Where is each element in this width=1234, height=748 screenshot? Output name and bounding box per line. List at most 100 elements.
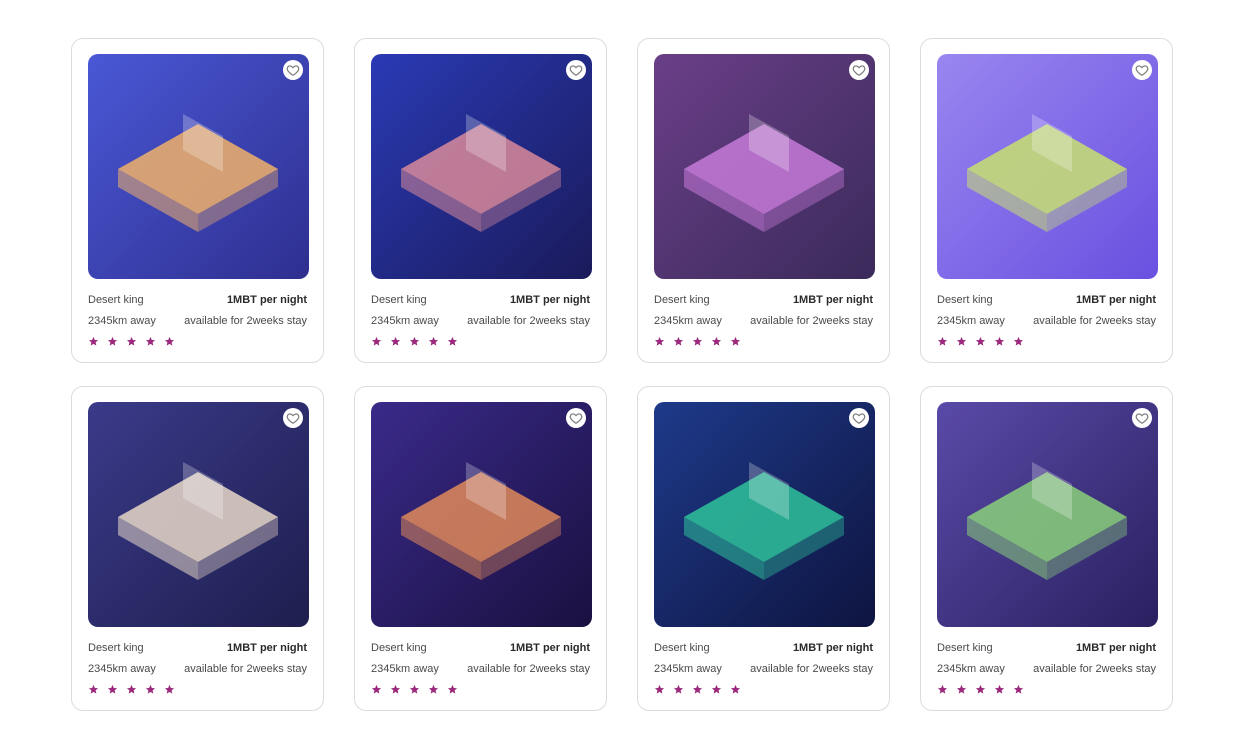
star-icon — [107, 684, 118, 695]
star-icon — [428, 336, 439, 347]
listing-price: 1MBT per night — [509, 294, 590, 306]
listing-availability: available for 2weeks stay — [750, 315, 873, 327]
rating-stars — [937, 684, 1024, 695]
heart-icon — [569, 411, 583, 425]
rating-stars — [654, 684, 741, 695]
favorite-button[interactable] — [1132, 408, 1152, 428]
star-icon — [711, 336, 722, 347]
star-icon — [654, 684, 665, 695]
heart-icon — [852, 63, 866, 77]
rating-stars — [371, 336, 458, 347]
listing-card[interactable]: Desert king 1MBT per night 2345km away a… — [637, 386, 890, 711]
listing-name: Desert king — [371, 294, 427, 306]
listing-availability: available for 2weeks stay — [467, 315, 590, 327]
star-icon — [730, 336, 741, 347]
star-icon — [126, 684, 137, 695]
favorite-button[interactable] — [283, 408, 303, 428]
listing-row-top: Desert king 1MBT per night — [88, 294, 307, 306]
star-icon — [1013, 684, 1024, 695]
star-icon — [164, 336, 175, 347]
star-icon — [390, 336, 401, 347]
listing-card[interactable]: Desert king 1MBT per night 2345km away a… — [354, 38, 607, 363]
star-icon — [673, 336, 684, 347]
listing-card[interactable]: Desert king 1MBT per night 2345km away a… — [920, 38, 1173, 363]
listing-card[interactable]: Desert king 1MBT per night 2345km away a… — [920, 386, 1173, 711]
star-icon — [673, 684, 684, 695]
star-icon — [730, 684, 741, 695]
star-icon — [371, 684, 382, 695]
listing-grid: Desert king 1MBT per night 2345km away a… — [71, 38, 1173, 711]
star-icon — [1013, 336, 1024, 347]
heart-icon — [852, 411, 866, 425]
listing-price: 1MBT per night — [792, 294, 873, 306]
listing-name: Desert king — [371, 642, 427, 654]
listing-image[interactable] — [88, 402, 309, 627]
star-icon — [975, 336, 986, 347]
star-icon — [107, 336, 118, 347]
listing-row-bottom: 2345km away available for 2weeks stay — [88, 663, 307, 675]
listing-row-top: Desert king 1MBT per night — [937, 294, 1156, 306]
listing-row-bottom: 2345km away available for 2weeks stay — [654, 663, 873, 675]
star-icon — [956, 684, 967, 695]
listing-distance: 2345km away — [88, 663, 156, 675]
listing-row-top: Desert king 1MBT per night — [654, 294, 873, 306]
favorite-button[interactable] — [849, 408, 869, 428]
heart-icon — [1135, 411, 1149, 425]
favorite-button[interactable] — [566, 60, 586, 80]
listing-price: 1MBT per night — [1075, 642, 1156, 654]
listing-row-top: Desert king 1MBT per night — [371, 294, 590, 306]
star-icon — [164, 684, 175, 695]
listing-row-bottom: 2345km away available for 2weeks stay — [937, 315, 1156, 327]
star-icon — [447, 684, 458, 695]
listing-image[interactable] — [937, 402, 1158, 627]
listing-image[interactable] — [654, 54, 875, 279]
listing-distance: 2345km away — [88, 315, 156, 327]
star-icon — [937, 336, 948, 347]
listing-card[interactable]: Desert king 1MBT per night 2345km away a… — [71, 38, 324, 363]
star-icon — [975, 684, 986, 695]
listing-name: Desert king — [654, 294, 710, 306]
listing-price: 1MBT per night — [226, 642, 307, 654]
listing-price: 1MBT per night — [509, 642, 590, 654]
favorite-button[interactable] — [566, 408, 586, 428]
star-icon — [428, 684, 439, 695]
star-icon — [994, 684, 1005, 695]
listing-row-top: Desert king 1MBT per night — [371, 642, 590, 654]
rating-stars — [88, 336, 175, 347]
star-icon — [937, 684, 948, 695]
listing-image[interactable] — [371, 402, 592, 627]
star-icon — [126, 336, 137, 347]
listing-distance: 2345km away — [937, 315, 1005, 327]
favorite-button[interactable] — [849, 60, 869, 80]
rating-stars — [937, 336, 1024, 347]
listing-availability: available for 2weeks stay — [1033, 663, 1156, 675]
star-icon — [956, 336, 967, 347]
star-icon — [88, 336, 99, 347]
listing-availability: available for 2weeks stay — [184, 315, 307, 327]
star-icon — [145, 684, 156, 695]
star-icon — [88, 684, 99, 695]
listing-card[interactable]: Desert king 1MBT per night 2345km away a… — [354, 386, 607, 711]
listing-card[interactable]: Desert king 1MBT per night 2345km away a… — [71, 386, 324, 711]
favorite-button[interactable] — [1132, 60, 1152, 80]
listing-row-top: Desert king 1MBT per night — [654, 642, 873, 654]
listing-availability: available for 2weeks stay — [1033, 315, 1156, 327]
listing-availability: available for 2weeks stay — [750, 663, 873, 675]
listing-card[interactable]: Desert king 1MBT per night 2345km away a… — [637, 38, 890, 363]
star-icon — [711, 684, 722, 695]
listing-image[interactable] — [937, 54, 1158, 279]
listing-image[interactable] — [371, 54, 592, 279]
star-icon — [654, 336, 665, 347]
star-icon — [447, 336, 458, 347]
rating-stars — [371, 684, 458, 695]
listing-distance: 2345km away — [937, 663, 1005, 675]
listing-price: 1MBT per night — [226, 294, 307, 306]
star-icon — [692, 336, 703, 347]
listing-image[interactable] — [654, 402, 875, 627]
listing-name: Desert king — [937, 642, 993, 654]
favorite-button[interactable] — [283, 60, 303, 80]
star-icon — [390, 684, 401, 695]
listing-image[interactable] — [88, 54, 309, 279]
star-icon — [409, 684, 420, 695]
listing-row-top: Desert king 1MBT per night — [88, 642, 307, 654]
